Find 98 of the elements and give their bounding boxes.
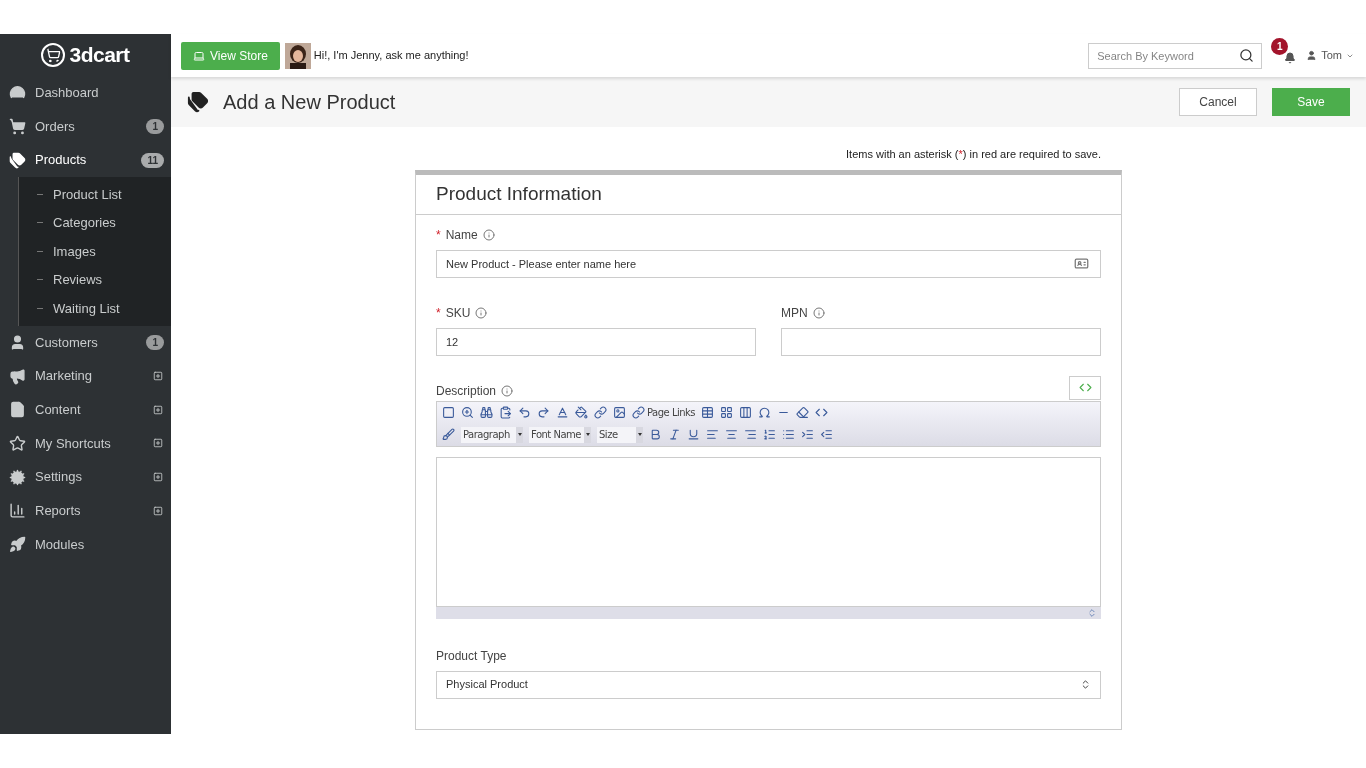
undo-icon[interactable]: [518, 406, 531, 419]
redo-icon[interactable]: [537, 406, 550, 419]
align-right-icon[interactable]: [744, 428, 757, 441]
logo-icon: [41, 43, 66, 67]
outdent-icon[interactable]: [820, 428, 833, 441]
submenu-item[interactable]: Categories: [53, 213, 116, 233]
cancel-button[interactable]: Cancel: [1179, 88, 1257, 116]
info-icon[interactable]: [475, 306, 488, 319]
code-icon: [1078, 381, 1092, 394]
text-color-icon[interactable]: [556, 406, 569, 419]
cart-icon: [9, 118, 26, 136]
bullet-list-icon[interactable]: [782, 428, 795, 441]
dropdown[interactable]: Size: [597, 426, 643, 443]
rocket-icon: [9, 536, 26, 554]
brush-icon[interactable]: [442, 428, 455, 441]
link-icon: [632, 406, 645, 419]
info-icon[interactable]: [482, 228, 495, 241]
star-icon: [9, 434, 26, 452]
product-type-select[interactable]: Physical Product: [436, 670, 1101, 699]
notification-badge: 1: [1271, 37, 1289, 55]
expand-icon[interactable]: [153, 438, 163, 449]
search-field[interactable]: Search By Keyword: [1088, 42, 1263, 69]
sidebar-item[interactable]: Marketing: [0, 359, 171, 393]
numbered-list-icon[interactable]: [763, 428, 776, 441]
paste-icon[interactable]: [499, 406, 512, 419]
submenu-item[interactable]: Product List: [53, 184, 122, 205]
tags-icon: [187, 91, 209, 113]
mpn-field[interactable]: [781, 327, 1101, 356]
sidebar-item[interactable]: Settings: [0, 460, 171, 494]
notification-bell-icon[interactable]: [1284, 51, 1297, 64]
sidebar-item[interactable]: Products 11: [0, 143, 171, 178]
sidebar-item[interactable]: My Shortcuts: [0, 426, 171, 461]
sidebar-item[interactable]: Customers 1: [0, 325, 171, 360]
assistant-message[interactable]: Hi!, I'm Jenny, ask me anything!: [313, 47, 469, 64]
user-icon: [1306, 50, 1318, 61]
required-notice: Items with an asterisk (*) in red are required to save.: [846, 147, 1101, 162]
sidebar-item[interactable]: Content: [0, 392, 171, 427]
field-label: Description: [436, 382, 497, 400]
info-icon[interactable]: [501, 384, 514, 397]
search-icon[interactable]: [1239, 47, 1255, 63]
laptop-icon: [193, 49, 205, 62]
table-icon[interactable]: [701, 406, 715, 419]
submenu-item[interactable]: Reviews: [53, 270, 103, 290]
count-badge: 1: [146, 119, 164, 135]
italic-icon[interactable]: [668, 428, 681, 441]
underline-icon[interactable]: [687, 428, 700, 441]
field-label: MPN: [781, 304, 808, 322]
name-field[interactable]: New Product - Please enter name here: [436, 249, 1101, 278]
code-icon[interactable]: [815, 406, 829, 419]
fill-color-icon[interactable]: [575, 406, 588, 419]
id-card-icon[interactable]: [1074, 255, 1089, 271]
info-icon[interactable]: [812, 306, 825, 319]
link-icon[interactable]: [594, 406, 607, 419]
required-asterisk: *: [436, 304, 441, 322]
user-menu[interactable]: Tom: [1306, 47, 1354, 64]
omega-icon[interactable]: [758, 406, 772, 419]
sidebar-item[interactable]: Orders 1: [0, 109, 171, 144]
field-label: SKU: [445, 304, 471, 322]
select-icon[interactable]: [442, 406, 455, 419]
settings-icon: [9, 468, 26, 486]
document-icon: [9, 401, 26, 419]
expand-icon[interactable]: [153, 404, 163, 415]
required-asterisk: *: [436, 226, 441, 244]
sidebar-item[interactable]: Modules: [0, 527, 171, 562]
columns-icon[interactable]: [739, 406, 753, 419]
page-title: Add a New Product: [223, 90, 396, 115]
expand-icon[interactable]: [153, 371, 163, 382]
submenu-item[interactable]: Waiting List: [53, 298, 120, 319]
zoom-icon[interactable]: [461, 406, 474, 419]
chart-icon: [9, 502, 26, 520]
select-arrows-icon: [1080, 679, 1091, 690]
expand-icon[interactable]: [153, 472, 163, 483]
grid-icon[interactable]: [720, 406, 734, 419]
indent-icon[interactable]: [801, 428, 814, 441]
dropdown[interactable]: Paragraph: [461, 426, 523, 443]
submenu-item[interactable]: Images: [53, 241, 96, 262]
align-left-icon[interactable]: [706, 428, 719, 441]
dropdown[interactable]: Font Name: [529, 426, 591, 443]
user-icon: [9, 333, 26, 351]
sidebar-item[interactable]: Reports: [0, 494, 171, 528]
field-label: Name: [445, 226, 478, 244]
logo[interactable]: 3dcart: [69, 39, 130, 71]
assistant-avatar[interactable]: [284, 42, 311, 69]
align-center-icon[interactable]: [725, 428, 738, 441]
expand-icon[interactable]: [153, 505, 163, 516]
sidebar-item[interactable]: Dashboard: [0, 76, 171, 110]
page-links-button[interactable]: Page Links: [632, 405, 696, 420]
count-badge: 11: [141, 152, 164, 168]
field-label: Product Type: [436, 647, 508, 665]
section-title: Product Information: [416, 174, 1121, 215]
sku-field[interactable]: 12: [436, 327, 756, 356]
eraser-icon[interactable]: [796, 406, 810, 419]
count-badge: 1: [146, 334, 164, 350]
bold-icon[interactable]: [649, 428, 662, 441]
binoculars-icon[interactable]: [480, 406, 493, 419]
megaphone-icon: [9, 367, 26, 385]
image-icon[interactable]: [613, 406, 626, 419]
tags-icon: [9, 151, 26, 169]
